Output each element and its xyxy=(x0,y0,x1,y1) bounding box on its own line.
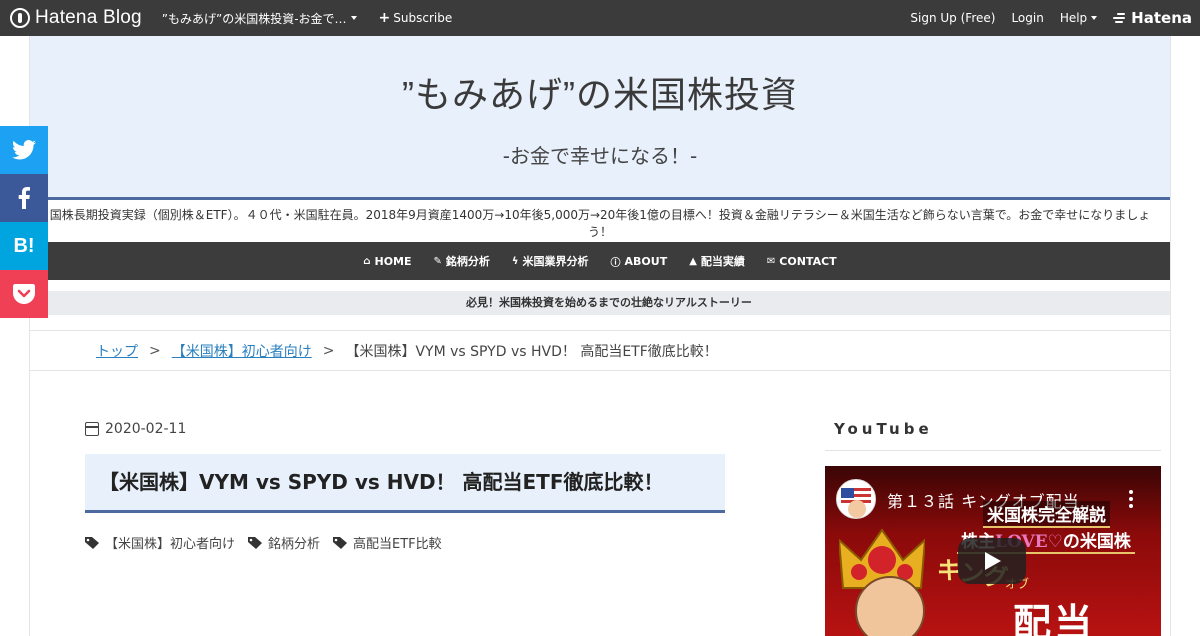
hatena-blog-logo-text: Hatena Blog xyxy=(35,7,142,28)
tag-icon xyxy=(248,536,263,549)
home-icon: ⌂ xyxy=(363,255,371,267)
entry-date: 2020-02-11 xyxy=(85,421,186,437)
nav-item-industry-analysis[interactable]: ϟ 米国業界分析 xyxy=(512,253,589,269)
chevron-down-icon xyxy=(350,16,357,20)
signup-link[interactable]: Sign Up (Free) xyxy=(910,11,995,25)
youtube-embed[interactable]: 第１３話 キングオブ配当… 米国株完全解説 株主LOVE♡の米国株 キング オブ… xyxy=(825,466,1161,636)
channel-avatar[interactable] xyxy=(836,479,876,519)
nav-item-label: 銘柄分析 xyxy=(445,255,490,268)
nav-item-dividend[interactable]: ▲ 配当実績 xyxy=(689,253,745,269)
hatena-logo[interactable]: Hatena xyxy=(1113,9,1192,27)
pocket-share-button[interactable] xyxy=(0,270,48,318)
facebook-icon xyxy=(18,187,30,209)
breadcrumb-category-link[interactable]: 【米国株】初心者向け xyxy=(172,341,312,361)
wrench-icon: ✎ xyxy=(433,255,442,267)
bolt-icon: ϟ xyxy=(511,255,519,267)
hatena-top-bar: Hatena Blog ”もみあげ”の米国株投資-お金で… + Subscrib… xyxy=(0,0,1200,36)
category-label: 銘柄分析 xyxy=(268,537,321,552)
thumbnail-text-haito: 配当 xyxy=(1013,600,1096,636)
blog-title[interactable]: ”もみあげ”の米国株投資 xyxy=(30,66,1170,118)
subscribe-label: Subscribe xyxy=(393,11,453,25)
hatena-bookmark-share-button[interactable]: B! xyxy=(0,222,48,270)
facebook-share-button[interactable] xyxy=(0,174,48,222)
breadcrumb-top-link[interactable]: トップ xyxy=(96,341,138,361)
global-nav: ⌂ HOME ✎ 銘柄分析 ϟ 米国業界分析 ⓘ ABOUT ▲ 配当実績 ✉ … xyxy=(30,242,1170,280)
hatena-blog-logo[interactable]: Hatena Blog xyxy=(10,0,142,36)
entry-categories: 【米国株】初心者向け 銘柄分析 高配当ETF比較 xyxy=(85,533,455,552)
nav-item-stock-analysis[interactable]: ✎ 銘柄分析 xyxy=(434,253,490,269)
nav-item-label: 配当実績 xyxy=(700,255,745,268)
twitter-icon xyxy=(12,140,36,160)
nav-item-contact[interactable]: ✉ CONTACT xyxy=(767,255,837,268)
tag-icon xyxy=(85,536,99,549)
category-link[interactable]: 【米国株】初心者向け xyxy=(85,533,235,552)
nav-item-label: 米国業界分析 xyxy=(522,255,589,268)
tag-icon xyxy=(333,536,348,549)
category-label: 高配当ETF比較 xyxy=(353,537,442,552)
nav-item-label: ABOUT xyxy=(624,254,668,268)
calendar-icon xyxy=(85,422,99,436)
notice-banner-link[interactable]: 必見！米国株投資を始めるまでの壮絶なリアルストーリー xyxy=(48,291,1170,315)
category-link[interactable]: 高配当ETF比較 xyxy=(333,533,442,552)
breadcrumb-separator: > xyxy=(149,342,161,359)
breadcrumb-separator: > xyxy=(322,342,335,359)
plus-icon: + xyxy=(378,10,391,26)
subscribe-button[interactable]: + Subscribe xyxy=(379,10,453,26)
blog-name-dropdown[interactable]: ”もみあげ”の米国株投資-お金で… xyxy=(162,10,357,27)
breadcrumb-current: 【米国株】VYM vs SPYD vs HVD！ 高配当ETF徹底比較！ xyxy=(345,343,718,360)
help-dropdown[interactable]: Help xyxy=(1059,11,1098,25)
blog-subtitle: -お金で幸せになる！- xyxy=(502,144,698,168)
thumbnail-text-line1: 米国株完全解説 xyxy=(983,501,1110,528)
breadcrumb: トップ > 【米国株】初心者向け > 【米国株】VYM vs SPYD vs H… xyxy=(30,330,1170,371)
avatar-face xyxy=(848,500,866,518)
nav-item-label: CONTACT xyxy=(779,254,837,268)
blog-header: ”もみあげ”の米国株投資 -お金で幸せになる！- xyxy=(30,36,1170,200)
hatena-logo-text: Hatena xyxy=(1131,9,1192,27)
nav-item-home[interactable]: ⌂ HOME xyxy=(363,255,411,268)
info-icon: ⓘ xyxy=(610,257,621,269)
nav-item-about[interactable]: ⓘ ABOUT xyxy=(611,254,668,269)
topbar-right-menu: Sign Up (Free) Login Help Hatena xyxy=(894,0,1200,36)
login-link[interactable]: Login xyxy=(1011,11,1043,25)
blog-description: 国株長期投資実録（個別株＆ETF）。４０代・米国駐在員。2018年9月資産140… xyxy=(49,208,1151,239)
entry-title: 【米国株】VYM vs SPYD vs HVD！ 高配当ETF徹底比較！ xyxy=(85,454,725,513)
envelope-icon: ✉ xyxy=(766,255,776,267)
category-label: 【米国株】初心者向け xyxy=(105,537,236,552)
more-options-icon[interactable] xyxy=(1129,490,1133,511)
entry-date-link[interactable]: 2020-02-11 xyxy=(105,421,186,437)
blog-name-label: ”もみあげ”の米国株投資-お金で… xyxy=(161,11,347,26)
category-link[interactable]: 銘柄分析 xyxy=(248,533,320,552)
pocket-icon xyxy=(13,284,35,304)
graduation-cap-icon: ▲ xyxy=(689,255,697,267)
play-button-icon[interactable] xyxy=(958,538,1026,584)
hatena-mark-icon xyxy=(1113,13,1127,23)
nav-item-label: HOME xyxy=(374,254,412,268)
chevron-down-icon xyxy=(1091,16,1098,20)
help-label: Help xyxy=(1059,11,1088,25)
hatena-blog-logo-icon xyxy=(10,8,30,28)
sidebar-youtube-heading: YouTube xyxy=(825,420,1161,451)
twitter-share-button[interactable] xyxy=(0,126,48,174)
